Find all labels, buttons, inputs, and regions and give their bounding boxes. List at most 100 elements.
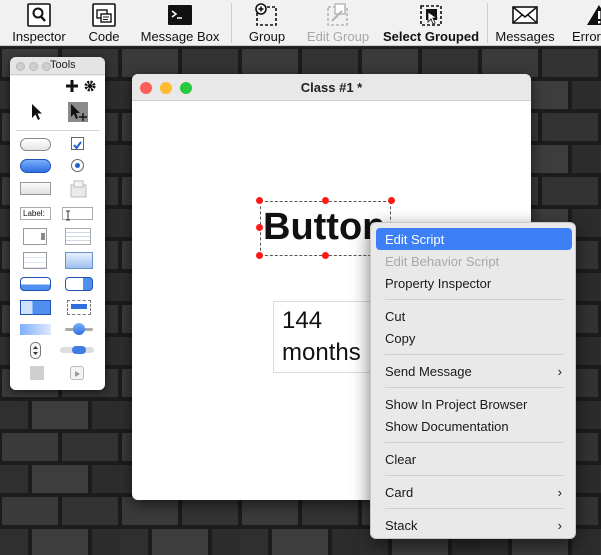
tools-divider <box>16 130 100 131</box>
field-tool[interactable] <box>62 207 93 221</box>
radio-button-tool[interactable] <box>71 159 84 172</box>
selection-handle[interactable] <box>256 197 263 204</box>
window-title: Class #1 * <box>300 80 363 95</box>
menu-item-edit-script[interactable]: Edit Script <box>376 228 572 250</box>
inspector-label: Inspector <box>12 29 66 44</box>
pulldown-menu-tool[interactable] <box>65 277 93 291</box>
menu-item-send-message[interactable]: Send Message › <box>376 360 572 382</box>
stepper-arrows-icon <box>33 346 38 355</box>
widget-tool[interactable] <box>70 366 84 380</box>
menu-separator <box>385 299 563 300</box>
tools-title: Tools <box>50 59 76 71</box>
selection-handle[interactable] <box>388 197 395 204</box>
context-menu: Edit Script Edit Behavior Script Propert… <box>370 222 576 539</box>
select-grouped-button[interactable]: Select Grouped <box>379 0 483 46</box>
edit-group-label: Edit Group <box>306 29 370 44</box>
chevron-right-icon: › <box>557 364 562 379</box>
selection-handle[interactable] <box>322 197 329 204</box>
tools-titlebar[interactable]: Tools <box>10 57 105 75</box>
text-cursor-icon <box>66 210 70 221</box>
field-unit: months <box>282 339 361 366</box>
select-grouped-icon <box>420 5 442 26</box>
label-tool-text: Label: <box>23 209 45 218</box>
scrollbar-tool[interactable] <box>60 345 94 355</box>
selection-handle[interactable] <box>256 252 263 259</box>
add-icon[interactable] <box>66 80 78 92</box>
menu-item-cut[interactable]: Cut <box>376 305 572 327</box>
pointer-tool[interactable] <box>68 102 88 122</box>
play-icon <box>75 371 80 377</box>
progress-bar-tool[interactable] <box>20 324 51 335</box>
field-value: 144 <box>282 307 323 334</box>
tools-minimize-button[interactable] <box>29 62 38 71</box>
table-field-tool[interactable] <box>65 252 93 269</box>
tab-panel-tool[interactable] <box>67 300 91 315</box>
datagrid-tool[interactable] <box>65 228 91 245</box>
tools-grid: Label: <box>10 76 105 390</box>
image-area-tool[interactable] <box>70 180 87 198</box>
code-icon <box>92 3 116 27</box>
combo-box-tool[interactable] <box>20 300 51 315</box>
chevron-right-icon: › <box>557 518 562 533</box>
select-grouped-label: Select Grouped <box>382 29 480 44</box>
messages-icon <box>512 6 538 24</box>
menu-separator <box>385 387 563 388</box>
tools-palette: Tools Label: <box>10 57 105 390</box>
menu-item-property-inspector[interactable]: Property Inspector <box>376 272 572 294</box>
player-tool[interactable] <box>30 366 44 380</box>
message-box-icon <box>168 5 192 25</box>
label-tool[interactable]: Label: <box>20 207 51 220</box>
checkbox-tool[interactable] <box>71 137 84 150</box>
gear-icon[interactable] <box>84 80 96 92</box>
stepper-tool[interactable] <box>30 342 41 359</box>
errors-icon <box>587 5 601 25</box>
menu-separator <box>385 475 563 476</box>
menu-item-edit-behavior-script: Edit Behavior Script <box>385 254 500 269</box>
menu-item-show-in-project-browser[interactable]: Show In Project Browser <box>376 393 572 415</box>
code-label: Code <box>88 29 120 44</box>
message-box-label: Message Box <box>140 29 220 44</box>
slider-tool[interactable] <box>65 323 93 336</box>
window-titlebar[interactable]: Class #1 * <box>132 74 531 101</box>
selection-handle[interactable] <box>322 252 329 259</box>
button-control-label: Button <box>263 206 386 248</box>
menu-separator <box>385 354 563 355</box>
checkmark-icon <box>73 141 82 150</box>
option-menu-tool[interactable] <box>20 277 51 291</box>
errors-label: Errors <box>572 29 601 44</box>
tools-close-button[interactable] <box>16 62 25 71</box>
browse-tool-icon[interactable] <box>31 103 43 121</box>
pointer-tool-icon <box>71 104 87 121</box>
menu-item-show-documentation[interactable]: Show Documentation <box>376 415 572 437</box>
messages-label: Messages <box>495 29 555 44</box>
scrolling-field-tool[interactable] <box>23 228 47 245</box>
message-box-button[interactable]: Message Box <box>137 0 223 46</box>
group-icon <box>255 3 277 26</box>
messages-button[interactable]: Messages <box>493 0 557 46</box>
menu-item-card[interactable]: Card › <box>376 481 572 503</box>
toolbar-separator <box>487 3 488 43</box>
months-field[interactable]: 144 months <box>273 301 383 373</box>
button-tool[interactable] <box>20 138 51 151</box>
code-button[interactable]: Code <box>79 0 129 46</box>
edit-group-button[interactable]: Edit Group <box>300 0 376 46</box>
menu-item-copy[interactable]: Copy <box>376 327 572 349</box>
group-button[interactable]: Group <box>242 0 292 46</box>
chevron-right-icon: › <box>557 485 562 500</box>
rectangle-button-tool[interactable] <box>20 182 51 195</box>
inspector-button[interactable]: Inspector <box>4 0 74 46</box>
menu-item-clear[interactable]: Clear <box>376 448 572 470</box>
menu-item-stack[interactable]: Stack › <box>376 514 572 536</box>
group-label: Group <box>248 29 286 44</box>
errors-button[interactable]: Errors <box>566 0 601 46</box>
list-field-tool[interactable] <box>23 252 47 269</box>
main-toolbar: Inspector Code Message Box Group Edit Gr… <box>0 0 601 46</box>
default-button-tool[interactable] <box>20 159 51 173</box>
inspector-icon <box>27 3 51 27</box>
menu-separator <box>385 442 563 443</box>
edit-group-icon <box>327 3 348 26</box>
selection-handle[interactable] <box>256 224 263 231</box>
toolbar-separator <box>231 3 232 43</box>
menu-separator <box>385 508 563 509</box>
document-icon <box>70 180 87 198</box>
